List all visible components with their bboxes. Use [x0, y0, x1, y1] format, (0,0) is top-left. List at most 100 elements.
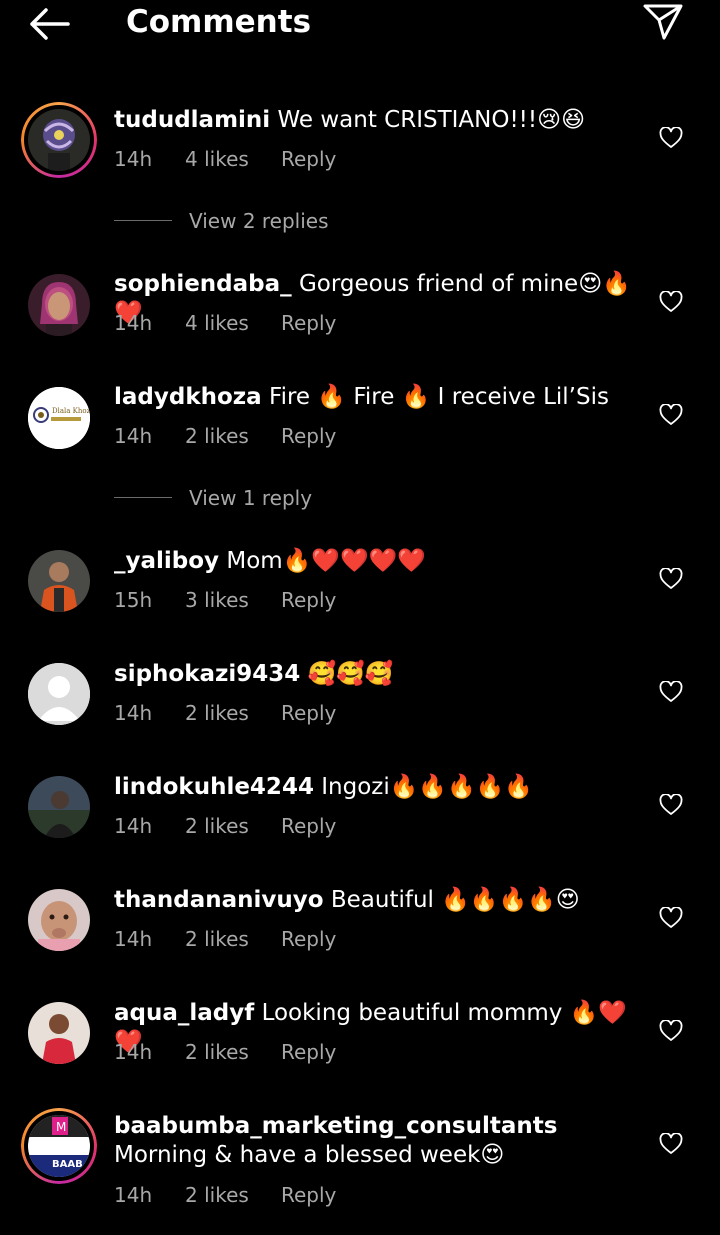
like-button[interactable]: [659, 567, 683, 590]
share-button[interactable]: [642, 2, 684, 42]
comment-body: Fire 🔥 Fire 🔥 I receive Lil’Sis: [269, 384, 609, 410]
comment-item: sophiendaba_ Gorgeous friend of mine😍🔥❤️…: [0, 264, 720, 344]
like-button[interactable]: [659, 126, 683, 149]
comment-username[interactable]: thandananivuyo: [114, 887, 324, 913]
arrow-left-icon: [30, 8, 70, 40]
replies-divider: [114, 497, 172, 498]
comment-likes[interactable]: 2 likes: [185, 926, 249, 952]
avatar[interactable]: [28, 274, 90, 336]
avatar-logo-text: BAAB: [52, 1159, 83, 1170]
comment-time: 15h: [114, 588, 153, 612]
comment-likes[interactable]: 2 likes: [185, 813, 249, 839]
avatar[interactable]: [28, 889, 90, 951]
heart-icon: [659, 1019, 683, 1041]
comment-body: Beautiful 🔥🔥🔥🔥😍: [330, 887, 580, 913]
comment-time: 14h: [114, 1040, 153, 1064]
avatar[interactable]: [28, 550, 90, 612]
heart-icon: [659, 290, 683, 312]
heart-icon: [659, 567, 683, 589]
heart-icon: [659, 126, 683, 148]
heart-icon: [659, 403, 683, 425]
avatar[interactable]: [28, 663, 90, 725]
comment-likes[interactable]: 4 likes: [185, 146, 249, 172]
comment-item: tududlamini We want CRISTIANO!!!😢😆 14h 4…: [0, 100, 720, 240]
view-replies-button[interactable]: View 2 replies: [114, 208, 414, 234]
reply-button[interactable]: Reply: [281, 1039, 336, 1065]
avatar[interactable]: [28, 776, 90, 838]
comment-body: 🥰🥰🥰: [307, 661, 394, 687]
comment-time: 14h: [114, 927, 153, 951]
replies-divider: [114, 220, 172, 221]
view-replies-label: View 2 replies: [189, 209, 329, 233]
view-replies-label: View 1 reply: [189, 486, 313, 510]
comment-item: lindokuhle4244 Ingozi🔥🔥🔥🔥🔥 14h 2 likes R…: [0, 767, 720, 847]
comment-text-line: siphokazi9434 🥰🥰🥰: [114, 660, 634, 689]
avatar-logo-text: M: [56, 1120, 66, 1134]
comment-time: 14h: [114, 147, 153, 171]
comment-text-line: lindokuhle4244 Ingozi🔥🔥🔥🔥🔥: [114, 773, 634, 802]
comment-item: thandananivuyo Beautiful 🔥🔥🔥🔥😍 14h 2 lik…: [0, 880, 720, 960]
comment-likes[interactable]: 4 likes: [185, 310, 249, 336]
comment-time: 14h: [114, 701, 153, 725]
comment-time: 14h: [114, 814, 153, 838]
comment-text-line: thandananivuyo Beautiful 🔥🔥🔥🔥😍: [114, 886, 634, 915]
comment-time: 14h: [114, 311, 153, 335]
comment-username[interactable]: siphokazi9434: [114, 661, 300, 687]
comment-time: 14h: [114, 424, 153, 448]
comment-username[interactable]: ladydkhoza: [114, 384, 262, 410]
like-button[interactable]: [659, 680, 683, 703]
like-button[interactable]: [659, 1019, 683, 1042]
comment-text-line: ladydkhoza Fire 🔥 Fire 🔥 I receive Lil’S…: [114, 383, 634, 412]
comment-text-line: baabumba_marketing_consultants Morning &…: [114, 1112, 634, 1170]
avatar[interactable]: Dlala Khoza: [28, 387, 90, 449]
reply-button[interactable]: Reply: [281, 700, 336, 726]
like-button[interactable]: [659, 290, 683, 313]
comment-item: _yaliboy Mom🔥❤️❤️❤️❤️ 15h 3 likes Reply: [0, 541, 720, 621]
comment-username[interactable]: tududlamini: [114, 107, 270, 133]
comment-body: Morning & have a blessed week😍: [114, 1142, 505, 1168]
comment-username[interactable]: sophiendaba_: [114, 271, 292, 297]
like-button[interactable]: [659, 403, 683, 426]
comment-text-line: _yaliboy Mom🔥❤️❤️❤️❤️: [114, 547, 634, 576]
comment-body: Ingozi🔥🔥🔥🔥🔥: [321, 774, 533, 800]
avatar[interactable]: M BAAB: [21, 1108, 97, 1184]
comment-body: We want CRISTIANO!!!😢😆: [277, 107, 586, 133]
reply-button[interactable]: Reply: [281, 813, 336, 839]
heart-icon: [659, 680, 683, 702]
avatar-logo-text: Dlala Khoza: [52, 407, 90, 415]
comment-username[interactable]: aqua_ladyf: [114, 1000, 254, 1026]
comment-item: M BAAB baabumba_marketing_consultants Mo…: [0, 1106, 720, 1216]
reply-button[interactable]: Reply: [281, 926, 336, 952]
view-replies-button[interactable]: View 1 reply: [114, 485, 414, 511]
reply-button[interactable]: Reply: [281, 146, 336, 172]
avatar[interactable]: [28, 1002, 90, 1064]
like-button[interactable]: [659, 793, 683, 816]
top-bar: Comments: [0, 0, 720, 50]
default-avatar-icon: [28, 663, 90, 725]
comment-username[interactable]: _yaliboy: [114, 548, 219, 574]
comment-likes[interactable]: 3 likes: [185, 587, 249, 613]
avatar[interactable]: [21, 102, 97, 178]
heart-icon: [659, 793, 683, 815]
reply-button[interactable]: Reply: [281, 423, 336, 449]
comment-item: aqua_ladyf Looking beautiful mommy 🔥❤️❤️…: [0, 993, 720, 1073]
heart-icon: [659, 1132, 683, 1154]
comment-username[interactable]: baabumba_marketing_consultants: [114, 1113, 557, 1139]
comment-username[interactable]: lindokuhle4244: [114, 774, 314, 800]
comment-text-line: tududlamini We want CRISTIANO!!!😢😆: [114, 106, 634, 135]
page-title: Comments: [126, 4, 312, 40]
reply-button[interactable]: Reply: [281, 310, 336, 336]
comment-likes[interactable]: 2 likes: [185, 700, 249, 726]
comment-likes[interactable]: 2 likes: [185, 1039, 249, 1065]
like-button[interactable]: [659, 906, 683, 929]
comment-time: 14h: [114, 1183, 153, 1207]
comment-likes[interactable]: 2 likes: [185, 1182, 249, 1208]
reply-button[interactable]: Reply: [281, 587, 336, 613]
back-button[interactable]: [28, 6, 70, 42]
comment-likes[interactable]: 2 likes: [185, 423, 249, 449]
like-button[interactable]: [659, 1132, 683, 1155]
comment-body: Mom🔥❤️❤️❤️❤️: [226, 548, 426, 574]
comment-item: siphokazi9434 🥰🥰🥰 14h 2 likes Reply: [0, 654, 720, 734]
reply-button[interactable]: Reply: [281, 1182, 336, 1208]
heart-icon: [659, 906, 683, 928]
